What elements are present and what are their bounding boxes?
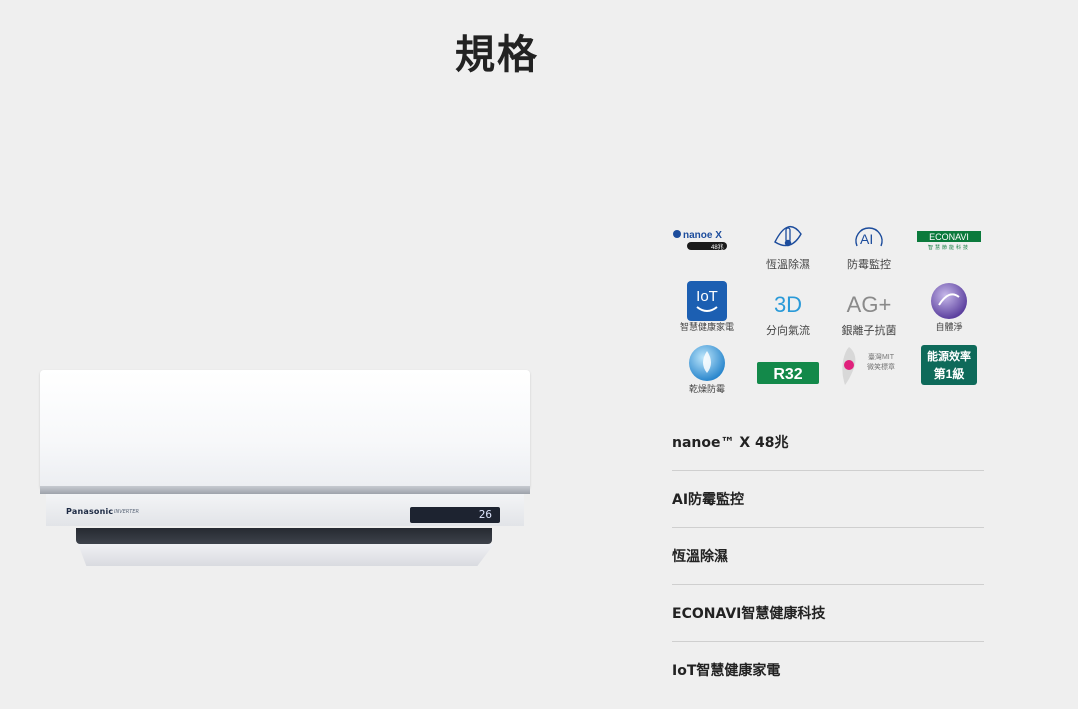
svg-text:臺灣MIT: 臺灣MIT bbox=[868, 352, 895, 361]
svg-text:微笑標章: 微笑標章 bbox=[867, 362, 895, 371]
water-drop-icon bbox=[666, 345, 748, 381]
nanoex-icon: nanoe X 48兆 bbox=[666, 222, 748, 256]
svg-text:3D: 3D bbox=[774, 292, 802, 317]
svg-text:AI: AI bbox=[860, 231, 873, 247]
feature-iot: IoT 智慧健康家電 bbox=[666, 281, 748, 333]
feature-self-clean: 自體淨 bbox=[908, 283, 990, 333]
feature-nanoex: nanoe X 48兆 bbox=[666, 222, 748, 256]
ac-display-readout: 26 bbox=[478, 508, 492, 521]
feature-ai: AI 防霉監控 bbox=[828, 220, 910, 272]
svg-text:ECONAVI: ECONAVI bbox=[929, 232, 969, 242]
feature-label: 恆溫除濕 bbox=[766, 258, 810, 271]
mit-taiwan-icon: 臺灣MIT 微笑標章 bbox=[828, 347, 910, 385]
3d-airflow-icon: 3D bbox=[747, 286, 829, 320]
r32-badge: R32 bbox=[747, 356, 829, 390]
spec-item: ECONAVI智慧健康科技 bbox=[672, 585, 984, 642]
feature-energy-grade: 能源效率 第1級 bbox=[908, 345, 990, 385]
ac-brand-logo: Panasonic bbox=[66, 507, 114, 516]
feature-3d-airflow: 3D 分向氣流 bbox=[747, 286, 829, 338]
spec-item: nanoe™ X 48兆 bbox=[672, 414, 984, 471]
feature-label: 銀離子抗菌 bbox=[841, 324, 897, 337]
feature-label: 自體淨 bbox=[935, 323, 963, 333]
svg-text:第1級: 第1級 bbox=[934, 366, 965, 381]
feature-label: 防霉監控 bbox=[847, 258, 891, 271]
self-clean-icon bbox=[908, 283, 990, 319]
feature-econavi: ECONAVI 智慧節能科技 bbox=[908, 222, 990, 256]
spec-item: IoT智慧健康家電 bbox=[672, 663, 781, 679]
ac-louver bbox=[78, 544, 494, 566]
feature-r32: R32 bbox=[747, 356, 829, 390]
air-conditioner-image: Panasonic INVERTER 26 bbox=[38, 370, 532, 570]
feature-dehumidify: 恆溫除濕 bbox=[747, 220, 829, 272]
ac-front-panel bbox=[40, 370, 530, 488]
svg-text:R32: R32 bbox=[773, 366, 802, 383]
feature-label: 分向氣流 bbox=[766, 324, 810, 337]
ac-display-panel: 26 bbox=[410, 507, 500, 523]
thermometer-icon bbox=[747, 220, 829, 254]
svg-text:智慧節能科技: 智慧節能科技 bbox=[928, 244, 970, 251]
ag-icon: AG+ bbox=[828, 286, 910, 320]
ac-air-vent bbox=[76, 528, 492, 544]
feature-ag: AG+ 銀離子抗菌 bbox=[828, 286, 910, 338]
svg-text:48兆: 48兆 bbox=[711, 243, 724, 251]
feature-dry-mold: 乾燥防霉 bbox=[666, 345, 748, 395]
svg-text:nanoe X: nanoe X bbox=[683, 230, 722, 241]
ai-icon: AI bbox=[828, 220, 910, 254]
econavi-logo: ECONAVI 智慧節能科技 bbox=[908, 222, 990, 256]
spec-list: nanoe™ X 48兆 AI防霉監控 恆溫除濕 ECONAVI智慧健康科技 I… bbox=[672, 414, 984, 698]
feature-label: 乾燥防霉 bbox=[688, 385, 725, 395]
spec-item: 恆溫除濕 bbox=[672, 528, 984, 585]
feature-label: 智慧健康家電 bbox=[679, 323, 734, 333]
svg-text:IoT: IoT bbox=[696, 288, 718, 305]
svg-text:AG+: AG+ bbox=[847, 292, 892, 317]
spec-item: AI防霉監控 bbox=[672, 471, 984, 528]
ac-inverter-logo: INVERTER bbox=[114, 509, 139, 515]
page-title: 規格 bbox=[455, 32, 539, 78]
iot-icon: IoT bbox=[666, 281, 748, 321]
svg-text:能源效率: 能源效率 bbox=[927, 349, 971, 363]
ac-trim bbox=[40, 486, 530, 494]
energy-grade-badge: 能源效率 第1級 bbox=[908, 345, 990, 385]
feature-mit: 臺灣MIT 微笑標章 bbox=[828, 347, 910, 385]
